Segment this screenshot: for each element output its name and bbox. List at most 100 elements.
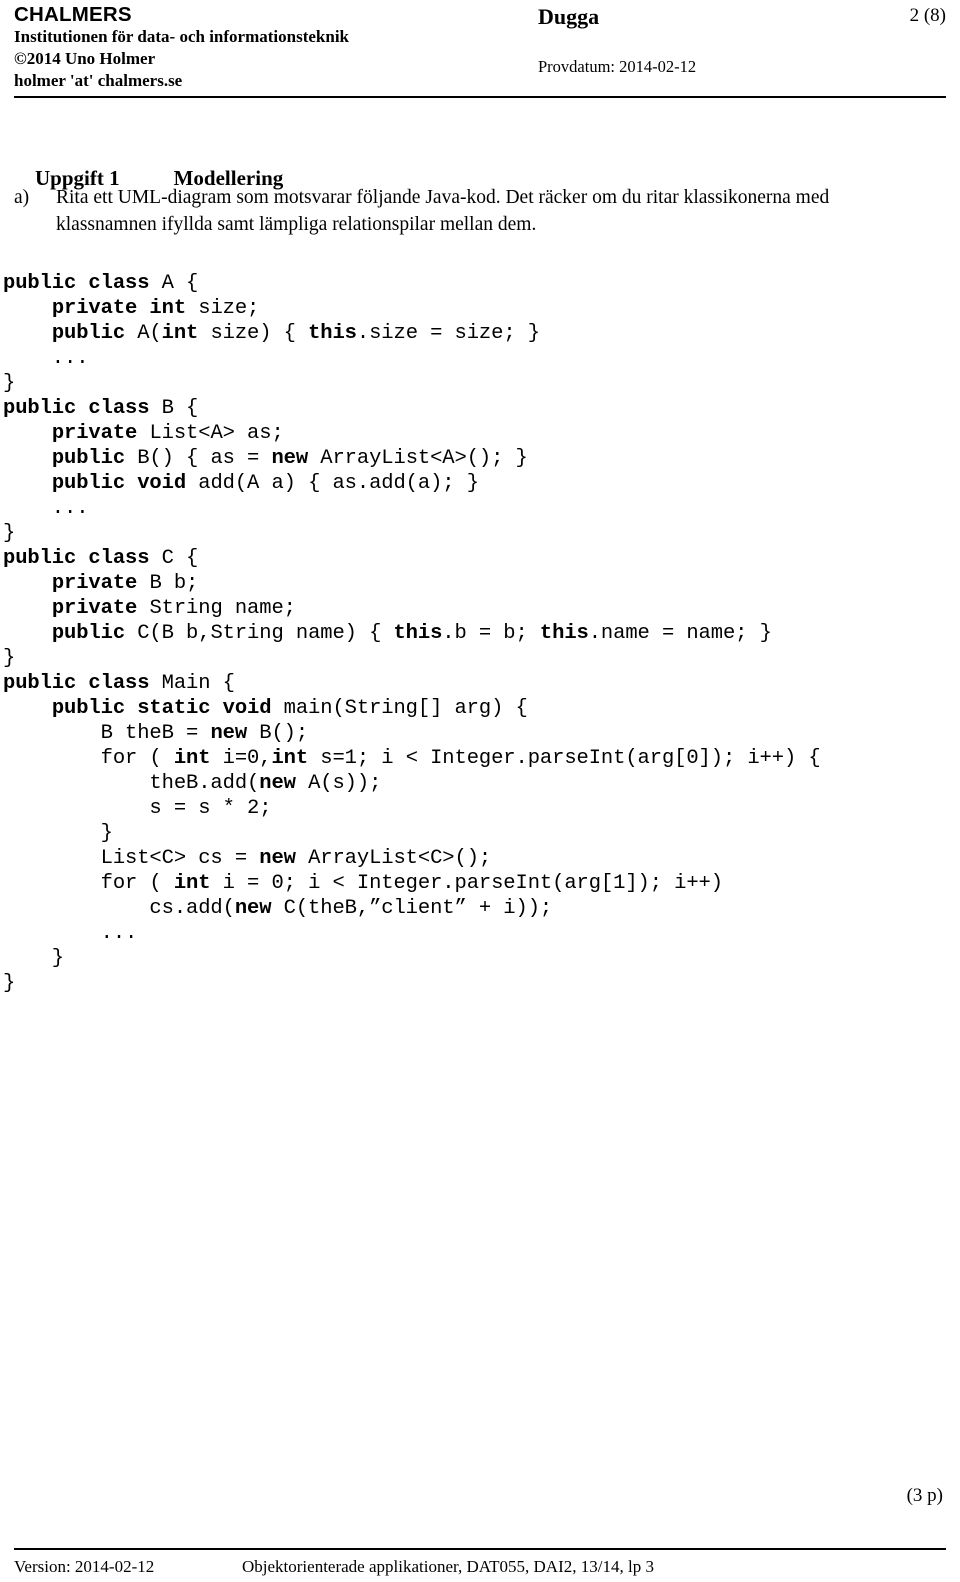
code-identifier: B b; [149,571,199,595]
chalmers-logo-text: CHALMERS [14,3,132,26]
code-identifier: i = 0; i < Integer.parseInt(arg[1]); i++… [222,871,723,895]
java-code-listing: public class A { private int size; publi… [3,271,821,996]
code-identifier: List<C> cs = [3,846,260,870]
code-identifier: A(s)); [308,771,382,795]
code-keyword: public [51,321,138,345]
code-keyword: public class [3,546,162,570]
footer-divider [14,1548,946,1550]
code-identifier: ... [3,346,89,370]
document-page: CHALMERS Institutionen för data- och inf… [0,0,960,1582]
code-identifier: B { [161,396,199,420]
code-line: } [3,946,821,971]
code-line: s = s * 2; [3,796,821,821]
code-identifier: main(String[] arg) { [283,696,528,720]
code-keyword: this [393,621,443,645]
code-identifier: } [3,646,16,670]
code-identifier: .name = name; } [588,621,772,645]
code-identifier: A( [137,321,162,345]
code-line: public static void main(String[] arg) { [3,696,821,721]
code-line: } [3,646,821,671]
document-type-title: Dugga [538,4,600,29]
code-identifier [3,597,52,620]
code-identifier [3,472,52,495]
code-line: cs.add(new C(theB,”client” + i)); [3,896,821,921]
code-identifier: for ( [3,871,174,895]
page-footer: Version: 2014-02-12 Objektorienterade ap… [14,1556,946,1580]
code-identifier: } [3,821,113,845]
code-line: ... [3,346,821,371]
code-identifier: ... [3,496,89,520]
code-line: public class B { [3,396,821,421]
code-identifier: List<A> as; [149,421,284,445]
page-header: CHALMERS Institutionen för data- och inf… [14,4,946,96]
code-identifier: i=0, [222,746,272,770]
code-keyword: this [539,621,589,645]
code-identifier: s = s * 2; [3,796,272,820]
code-line: } [3,821,821,846]
code-keyword: new [234,896,284,920]
code-line: } [3,371,821,396]
header-divider [14,96,946,98]
code-identifier: C(theB,”client” + i)); [283,896,553,920]
code-identifier: cs.add( [3,896,235,920]
code-line: } [3,521,821,546]
code-line: public void add(A a) { as.add(a); } [3,471,821,496]
header-exam-block: Dugga Provdatum: 2014-02-12 [538,4,838,77]
code-keyword: private int [51,296,199,320]
page-number: 2 (8) [909,5,946,26]
footer-version: Version: 2014-02-12 [14,1557,155,1576]
code-keyword: new [259,771,309,795]
code-identifier: add(A a) { as.add(a); } [198,471,479,495]
code-keyword: int [271,746,321,770]
code-identifier: B() { as = [137,446,272,470]
code-line: List<C> cs = new ArrayList<C>(); [3,846,821,871]
code-line: public C(B b,String name) { this.b = b; … [3,621,821,646]
code-keyword: private [51,421,150,445]
code-keyword: int [161,321,211,345]
code-keyword: this [308,321,357,345]
code-keyword: private [51,571,150,595]
code-keyword: public [51,621,138,645]
code-keyword: int [173,746,223,770]
code-identifier: A { [161,271,199,295]
code-identifier: ArrayList<C>(); [308,846,492,870]
code-line: public B() { as = new ArrayList<A>(); } [3,446,821,471]
code-identifier: B(); [259,721,309,745]
code-identifier: Main { [161,671,235,695]
code-identifier: s=1; i < Integer.parseInt(arg[0]); i++) … [320,746,821,770]
code-keyword: private [51,596,150,620]
code-identifier [3,447,52,470]
code-line: private int size; [3,296,821,321]
code-line: private List<A> as; [3,421,821,446]
code-identifier: .b = b; [442,621,540,645]
code-identifier: } [3,971,16,995]
code-keyword: new [271,446,321,470]
question-label: a) [14,187,30,208]
code-identifier: ... [3,921,138,945]
code-keyword: public [51,446,138,470]
points-badge: (3 p) [906,1485,943,1506]
question-item-a: a) Rita ett UML-diagram som motsvarar fö… [14,184,914,238]
code-identifier: size; [198,296,260,320]
code-identifier [3,622,52,645]
code-keyword: new [259,846,309,870]
code-identifier: } [3,371,16,395]
code-keyword: new [210,721,260,745]
code-line: for ( int i=0,int s=1; i < Integer.parse… [3,746,821,771]
code-identifier: C(B b,String name) { [137,621,394,645]
code-line: } [3,971,821,996]
code-line: ... [3,496,821,521]
code-line: B theB = new B(); [3,721,821,746]
code-keyword: public void [51,471,199,495]
code-identifier [3,572,52,595]
code-line: public class C { [3,546,821,571]
code-line: public class A { [3,271,821,296]
code-identifier: } [3,946,65,970]
department-name: Institutionen för data- och informations… [14,27,349,46]
code-keyword: int [173,871,223,895]
copyright-line: ©2014 Uno Holmer [14,49,156,68]
code-identifier: size) { [210,321,309,345]
code-keyword: public class [3,396,162,420]
code-identifier: theB.add( [3,771,260,795]
code-keyword: public static void [51,696,284,720]
